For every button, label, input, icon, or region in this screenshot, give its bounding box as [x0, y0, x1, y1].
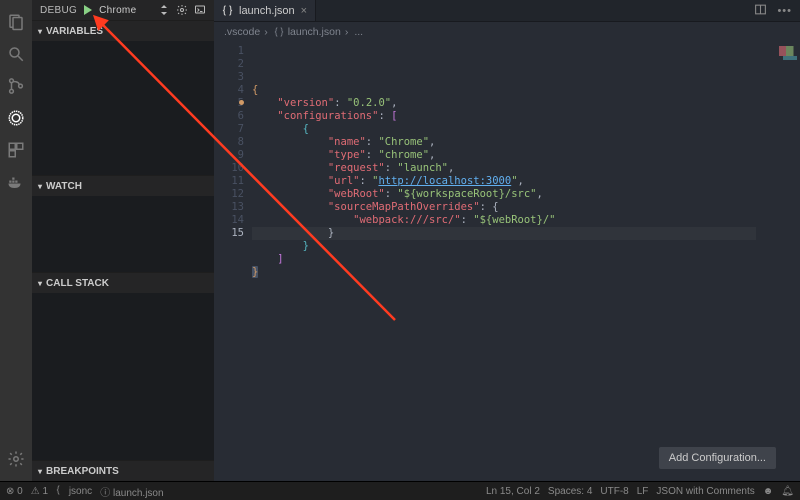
- notifications-icon[interactable]: 🔔︎: [781, 486, 794, 497]
- debug-label: DEBUG: [40, 5, 77, 16]
- tab-actions: •••: [746, 0, 800, 21]
- debug-side-panel: DEBUG Chrome ▾VARIABLES: [32, 0, 214, 481]
- source-control-icon[interactable]: [0, 70, 32, 102]
- status-eol[interactable]: LF: [637, 486, 649, 497]
- status-active-file[interactable]: ⓘ launch.json: [100, 484, 163, 499]
- activity-bar: [0, 0, 32, 481]
- debug-config-select[interactable]: Chrome: [99, 5, 152, 16]
- split-editor-icon[interactable]: [754, 3, 767, 19]
- settings-gear-icon[interactable]: [0, 443, 32, 475]
- breadcrumbs[interactable]: .vscode› launch.json› ...: [214, 22, 800, 42]
- minimap[interactable]: [776, 42, 800, 481]
- debug-header: DEBUG Chrome: [32, 0, 214, 20]
- watch-header[interactable]: ▾WATCH: [32, 176, 214, 196]
- json-file-icon: [222, 5, 233, 16]
- status-encoding[interactable]: UTF-8: [600, 486, 628, 497]
- breadcrumb-file[interactable]: launch.json›: [274, 26, 349, 38]
- add-configuration-button[interactable]: Add Configuration...: [659, 447, 776, 469]
- code-content[interactable]: { "version": "0.2.0", "configurations": …: [252, 42, 776, 481]
- tab-filename: launch.json: [239, 5, 295, 17]
- chevron-updown-icon[interactable]: [158, 4, 170, 16]
- gear-icon[interactable]: [176, 4, 188, 16]
- chevron-down-icon: ▾: [38, 27, 42, 36]
- close-icon[interactable]: ×: [301, 5, 307, 17]
- breakpoints-header[interactable]: ▾BREAKPOINTS: [32, 461, 214, 481]
- breadcrumb-tail[interactable]: ...: [354, 26, 363, 38]
- feedback-icon[interactable]: ☻: [763, 486, 774, 497]
- status-spaces[interactable]: Spaces: 4: [548, 486, 592, 497]
- editor-tab-bar: launch.json × •••: [214, 0, 800, 22]
- chevron-down-icon: ▾: [38, 279, 42, 288]
- status-lang-mode[interactable]: jsonc: [56, 485, 92, 497]
- code-area[interactable]: 123456789101112131415 { "version": "0.2.…: [214, 42, 800, 481]
- tab-launch-json[interactable]: launch.json ×: [214, 0, 316, 21]
- more-icon[interactable]: •••: [777, 5, 792, 17]
- debug-console-icon[interactable]: [194, 4, 206, 16]
- status-warnings[interactable]: ⚠ 1: [31, 486, 48, 497]
- call-stack-section: ▾CALL STACK: [32, 272, 214, 460]
- breadcrumb-folder[interactable]: .vscode›: [224, 26, 268, 38]
- status-bar: ⊗ 0 ⚠ 1 jsonc ⓘ launch.json Ln 15, Col 2…: [0, 481, 800, 500]
- line-number-gutter: 123456789101112131415: [214, 42, 252, 481]
- status-errors[interactable]: ⊗ 0: [6, 486, 23, 497]
- editor-area: launch.json × ••• .vscode› launch.json› …: [214, 0, 800, 481]
- search-icon[interactable]: [0, 38, 32, 70]
- chevron-down-icon: ▾: [38, 467, 42, 476]
- chevron-down-icon: ▾: [38, 182, 42, 191]
- status-position[interactable]: Ln 15, Col 2: [486, 486, 540, 497]
- extensions-icon[interactable]: [0, 134, 32, 166]
- debug-icon[interactable]: [0, 102, 32, 134]
- watch-section: ▾WATCH: [32, 175, 214, 272]
- variables-header[interactable]: ▾VARIABLES: [32, 21, 214, 41]
- status-language[interactable]: JSON with Comments: [656, 486, 754, 497]
- breakpoints-section: ▾BREAKPOINTS: [32, 460, 214, 481]
- start-debug-button[interactable]: [83, 5, 93, 15]
- explorer-icon[interactable]: [0, 6, 32, 38]
- variables-section: ▾VARIABLES: [32, 20, 214, 175]
- warning-glyph-icon: [239, 100, 244, 105]
- call-stack-header[interactable]: ▾CALL STACK: [32, 273, 214, 293]
- docker-icon[interactable]: [0, 166, 32, 198]
